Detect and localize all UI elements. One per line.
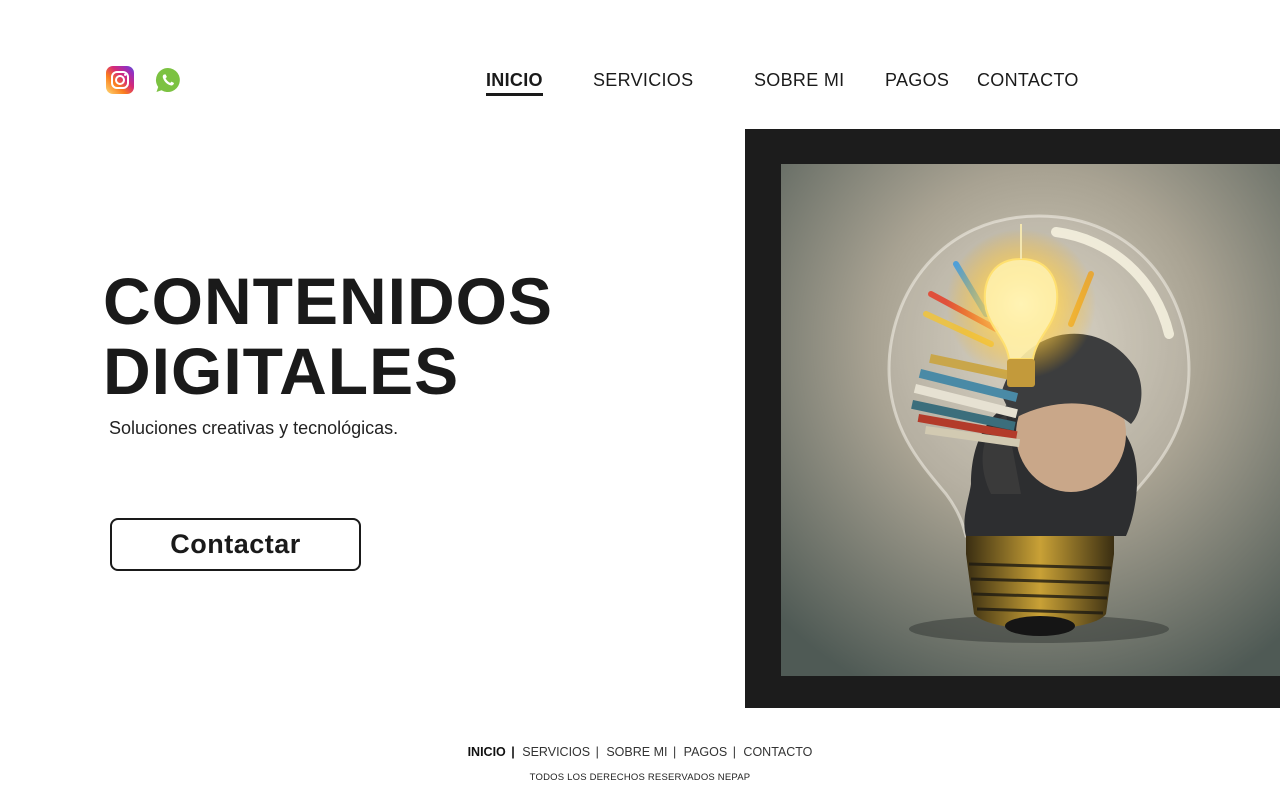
nav-item-inicio[interactable]: INICIO — [486, 68, 543, 96]
copyright-text: TODOS LOS DERECHOS RESERVADOS NEPAP — [529, 772, 751, 783]
hero-image-frame — [745, 129, 1280, 708]
nav-item-servicios[interactable]: SERVICIOS — [593, 68, 693, 92]
footer-separator: | — [511, 745, 515, 759]
footer-nav: INICIO | SERVICIOS | SOBRE MI | PAGOS | … — [0, 745, 1280, 759]
lightbulb-child-illustration — [781, 164, 1280, 676]
footer-separator: | — [732, 745, 736, 759]
footer-nav-servicios[interactable]: SERVICIOS — [522, 745, 590, 759]
hero-title: CONTENIDOS DIGITALES — [103, 266, 553, 406]
main-nav: INICIO SERVICIOS SOBRE MI PAGOS CONTACTO — [0, 68, 1280, 98]
footer-nav-contacto[interactable]: CONTACTO — [743, 745, 812, 759]
footer-nav-sobre-mi[interactable]: SOBRE MI — [606, 745, 667, 759]
nav-item-sobre-mi[interactable]: SOBRE MI — [754, 68, 844, 92]
footer-nav-inicio[interactable]: INICIO — [468, 745, 506, 759]
hero-title-line-2: DIGITALES — [103, 334, 460, 408]
hero-title-line-1: CONTENIDOS — [103, 264, 554, 338]
footer-separator: | — [672, 745, 677, 759]
nav-item-contacto[interactable]: CONTACTO — [977, 68, 1079, 92]
contact-button[interactable]: Contactar — [110, 518, 361, 571]
footer-separator: | — [595, 745, 599, 759]
hero-subtitle: Soluciones creativas y tecnológicas. — [109, 418, 399, 438]
nav-item-pagos[interactable]: PAGOS — [885, 68, 949, 92]
footer-nav-pagos[interactable]: PAGOS — [684, 745, 728, 759]
